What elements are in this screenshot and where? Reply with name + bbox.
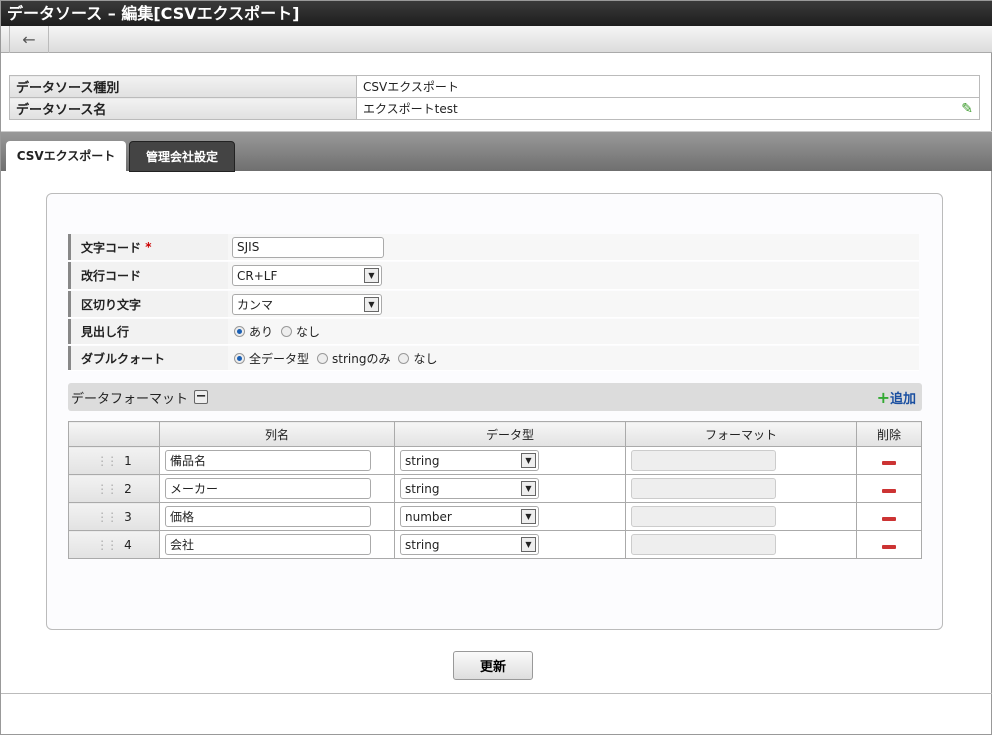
header-radio-no[interactable]: なし bbox=[279, 323, 320, 340]
col-header-delete: 削除 bbox=[856, 421, 922, 447]
row-number: 4 bbox=[124, 537, 132, 552]
form-row-header: 見出し行 あり なし bbox=[68, 319, 919, 345]
newline-select[interactable]: CR+LF ▼ bbox=[232, 265, 382, 286]
datasource-info-table: データソース種別 CSVエクスポート データソース名 エクスポートtest ✎ bbox=[9, 75, 980, 120]
quote-label: ダブルクォート bbox=[68, 346, 226, 370]
chevron-down-icon: ▼ bbox=[521, 453, 536, 468]
header-radio-yes[interactable]: あり bbox=[232, 323, 273, 340]
col-header-type: データ型 bbox=[394, 421, 626, 447]
info-label-name: データソース名 bbox=[9, 97, 357, 120]
data-type-select[interactable]: string ▼ bbox=[400, 534, 539, 555]
row-number: 2 bbox=[124, 481, 132, 496]
info-label-type: データソース種別 bbox=[9, 75, 357, 98]
tab-csv-export[interactable]: CSVエクスポート bbox=[6, 141, 126, 172]
toolbar: ← bbox=[1, 26, 992, 53]
row-number: 3 bbox=[124, 509, 132, 524]
delete-row-icon[interactable] bbox=[882, 544, 896, 549]
col-header-order bbox=[68, 421, 160, 447]
quote-radio-none[interactable]: なし bbox=[396, 350, 437, 367]
arrow-left-icon: ← bbox=[22, 30, 36, 49]
form-row-quote: ダブルクォート 全データ型 stringのみ なし bbox=[68, 346, 919, 371]
header-label: 見出し行 bbox=[68, 319, 226, 344]
quote-radio-all[interactable]: 全データ型 bbox=[232, 350, 309, 367]
required-mark: * bbox=[145, 240, 152, 254]
data-type-select[interactable]: string ▼ bbox=[400, 450, 539, 471]
charset-label: 文字コード bbox=[81, 240, 142, 255]
delimiter-label: 区切り文字 bbox=[68, 291, 226, 317]
form-row-delimiter: 区切り文字 カンマ ▼ bbox=[68, 291, 919, 318]
column-name-input[interactable]: 備品名 bbox=[165, 450, 371, 471]
newline-label: 改行コード bbox=[68, 262, 226, 289]
drag-handle-icon[interactable]: ⋮⋮ bbox=[96, 454, 118, 468]
chevron-down-icon: ▼ bbox=[521, 537, 536, 552]
table-row: ⋮⋮ 1 備品名 string ▼ bbox=[68, 446, 922, 475]
update-button[interactable]: 更新 bbox=[453, 651, 533, 680]
chevron-down-icon: ▼ bbox=[364, 268, 379, 283]
format-input[interactable] bbox=[631, 506, 776, 527]
tab-company-settings[interactable]: 管理会社設定 bbox=[129, 141, 235, 172]
page-title: データソース – 編集[CSVエクスポート] bbox=[1, 1, 992, 26]
data-type-select[interactable]: number ▼ bbox=[400, 506, 539, 527]
form-row-newline: 改行コード CR+LF ▼ bbox=[68, 262, 919, 290]
table-row: ⋮⋮ 3 価格 number ▼ bbox=[68, 502, 922, 531]
info-value-name: エクスポートtest bbox=[363, 102, 458, 116]
divider bbox=[1, 693, 992, 694]
col-header-name: 列名 bbox=[159, 421, 395, 447]
chevron-down-icon: ▼ bbox=[521, 509, 536, 524]
chevron-down-icon: ▼ bbox=[521, 481, 536, 496]
back-button[interactable]: ← bbox=[9, 26, 49, 53]
drag-handle-icon[interactable]: ⋮⋮ bbox=[96, 510, 118, 524]
delimiter-select[interactable]: カンマ ▼ bbox=[232, 293, 382, 315]
column-name-input[interactable]: 価格 bbox=[165, 506, 371, 527]
column-name-input[interactable]: メーカー bbox=[165, 478, 371, 499]
column-name-input[interactable]: 会社 bbox=[165, 534, 371, 555]
collapse-button[interactable]: − bbox=[194, 390, 209, 404]
pencil-icon[interactable]: ✎ bbox=[961, 101, 973, 117]
drag-handle-icon[interactable]: ⋮⋮ bbox=[96, 538, 118, 552]
table-row: ⋮⋮ 2 メーカー string ▼ bbox=[68, 474, 922, 503]
data-type-select[interactable]: string ▼ bbox=[400, 478, 539, 499]
add-button[interactable]: +追加 bbox=[877, 388, 916, 407]
delete-row-icon[interactable] bbox=[882, 516, 896, 521]
col-header-format: フォーマット bbox=[625, 421, 857, 447]
data-format-title: データフォーマット bbox=[71, 391, 189, 407]
plus-icon: + bbox=[876, 388, 890, 407]
charset-input[interactable]: SJIS bbox=[232, 236, 384, 258]
format-table: 列名 データ型 フォーマット 削除 ⋮⋮ 1 備品名 string ▼ ⋮⋮ 2 メー… bbox=[68, 421, 922, 559]
tab-bar: CSVエクスポート 管理会社設定 bbox=[1, 131, 992, 172]
row-number: 1 bbox=[124, 453, 132, 468]
data-format-header: データフォーマット − +追加 bbox=[68, 383, 922, 411]
form-row-charset: 文字コード * SJIS bbox=[68, 234, 919, 261]
format-input[interactable] bbox=[631, 450, 776, 471]
delete-row-icon[interactable] bbox=[882, 488, 896, 493]
quote-radio-string[interactable]: stringのみ bbox=[315, 350, 390, 367]
format-input[interactable] bbox=[631, 478, 776, 499]
info-value-type: CSVエクスポート bbox=[356, 75, 980, 98]
drag-handle-icon[interactable]: ⋮⋮ bbox=[96, 482, 118, 496]
delete-row-icon[interactable] bbox=[882, 460, 896, 465]
chevron-down-icon: ▼ bbox=[364, 296, 379, 312]
table-row: ⋮⋮ 4 会社 string ▼ bbox=[68, 530, 922, 559]
format-input[interactable] bbox=[631, 534, 776, 555]
